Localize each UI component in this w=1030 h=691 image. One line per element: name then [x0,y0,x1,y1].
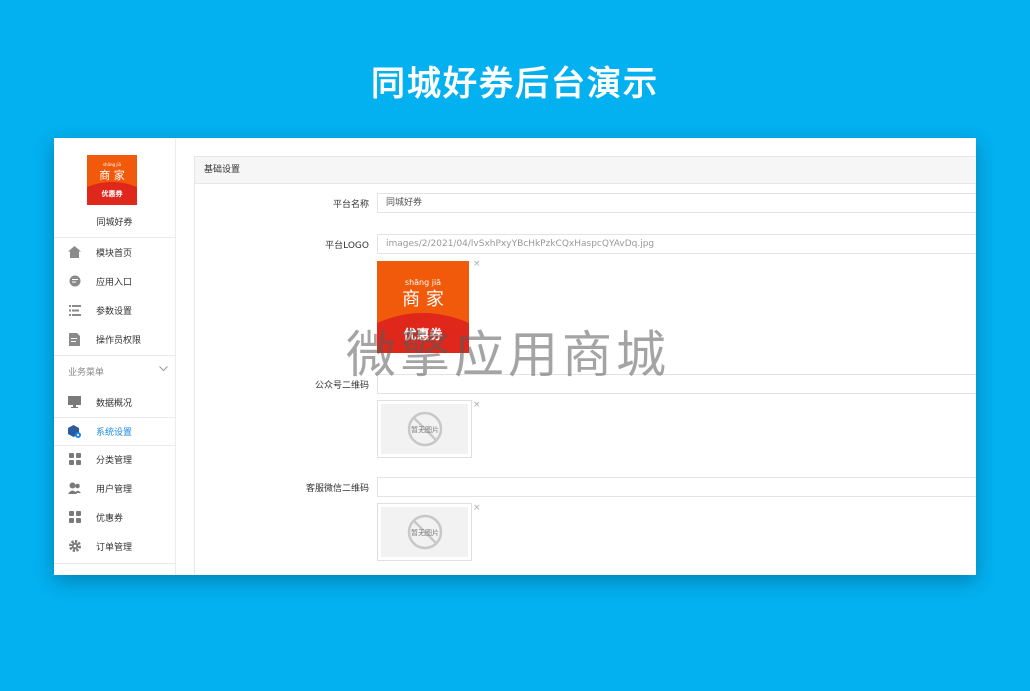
sidebar-item-label: 应用入口 [96,277,133,288]
sidebar-item-system-settings[interactable]: 系统设置 [54,417,175,445]
service-qr-input[interactable] [377,477,976,497]
settings-cube-icon [68,424,81,438]
platform-logo-input[interactable]: images/2/2021/04/lvSxhPxyYBcHkPzkCQxHasp… [377,234,976,254]
sidebar-item-module-home[interactable]: 模块首页 [54,238,175,266]
sidebar-group-label: 业务菜单 [68,368,105,378]
list-icon [68,304,81,317]
document-edit-icon [68,332,81,346]
gear-icon [68,540,81,553]
no-image-placeholder: 暂无图片 [381,404,468,454]
sidebar-group-business[interactable]: 业务菜单 [68,365,168,378]
no-image-icon: 暂无图片 [407,514,442,550]
sidebar-item-label: 用户管理 [96,484,133,495]
sidebar-item-operator-permissions[interactable]: 操作员权限 [54,325,175,353]
app-logo: shāng jiā 商 家 优惠券 [87,155,137,205]
sidebar-item-coupons[interactable]: 优惠券 [54,503,175,531]
svg-text:暂无图片: 暂无图片 [411,528,439,537]
sidebar: shāng jiā 商 家 优惠券 同城好券 模块首页 应用入口 参数设置 操作… [54,138,176,575]
remove-service-qr-button[interactable]: × [473,503,481,513]
app-name: 同城好券 [96,218,133,228]
sidebar-item-label: 参数设置 [96,306,133,317]
platform-logo-label: 平台LOGO [325,241,369,251]
chat-icon [68,275,81,288]
service-qr-thumbnail: 暂无图片 [377,503,472,561]
official-qr-label: 公众号二维码 [314,381,369,391]
svg-text:暂无图片: 暂无图片 [411,425,439,434]
users-icon [68,482,81,495]
svg-text:shāng jiā: shāng jiā [405,278,441,287]
sidebar-divider [54,355,175,356]
svg-text:优惠券: 优惠券 [102,189,124,198]
svg-text:shāng jiā: shāng jiā [103,162,122,167]
sidebar-item-app-entry[interactable]: 应用入口 [54,267,175,295]
platform-name-input[interactable]: 同城好券 [377,193,976,213]
section-title: 基础设置 [195,157,976,184]
sidebar-item-category-management[interactable]: 分类管理 [54,445,175,473]
remove-logo-button[interactable]: × [473,259,481,269]
sidebar-item-data-overview[interactable]: 数据概况 [54,388,175,416]
sidebar-item-label: 优惠券 [96,513,124,524]
chevron-down-icon [159,365,168,378]
svg-text:商 家: 商 家 [99,168,125,182]
grid-icon [68,453,81,466]
home-icon [68,246,81,259]
grid-icon [68,511,81,524]
watermark-text: 微擎应用商城 [346,326,670,384]
banner-title: 同城好券后台演示 [371,64,659,104]
sidebar-divider [54,563,175,564]
platform-name-label: 平台名称 [332,200,369,210]
admin-panel: shāng jiā 商 家 优惠券 同城好券 模块首页 应用入口 参数设置 操作… [54,138,976,575]
official-qr-thumbnail: 暂无图片 [377,400,472,458]
sidebar-item-params[interactable]: 参数设置 [54,296,175,324]
monitor-icon [68,396,81,409]
sidebar-item-label: 操作员权限 [96,335,142,346]
sidebar-item-label: 数据概况 [96,398,133,409]
svg-text:商 家: 商 家 [402,289,444,310]
remove-official-qr-button[interactable]: × [473,400,481,410]
sidebar-item-label: 分类管理 [96,455,133,466]
no-image-placeholder: 暂无图片 [381,507,468,557]
sidebar-item-label: 订单管理 [96,542,133,553]
sidebar-item-label: 系统设置 [96,427,133,438]
service-qr-label: 客服微信二维码 [305,484,369,494]
sidebar-item-user-management[interactable]: 用户管理 [54,474,175,502]
sidebar-item-label: 模块首页 [96,248,133,259]
no-image-icon: 暂无图片 [407,411,442,447]
sidebar-item-order-management[interactable]: 订单管理 [54,532,175,560]
